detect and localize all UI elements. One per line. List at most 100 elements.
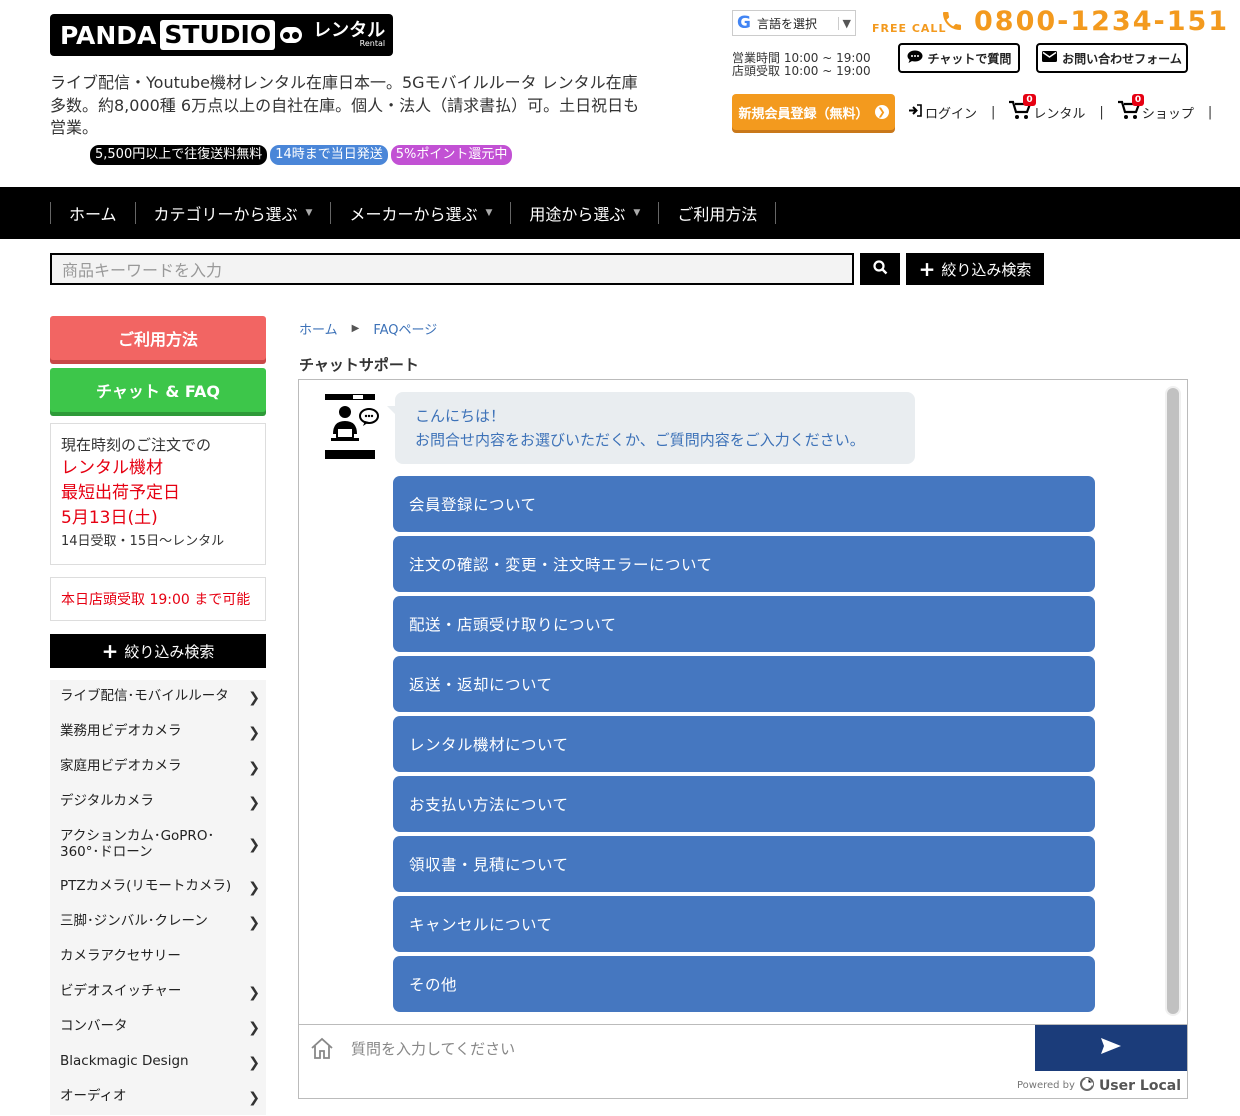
greeting-bubble: こんにちは！ お問合せ内容をお選びいただくか、ご質問内容をご入力ください。 <box>387 392 915 464</box>
category-item[interactable]: コンバータ ❯ <box>50 1010 266 1045</box>
chevron-right-icon: ❯ <box>248 914 260 931</box>
category-item[interactable]: オーディオ ❯ <box>50 1080 266 1115</box>
arrow-right-icon: ❯ <box>874 105 889 119</box>
badge-free-shipping: 5,500円以上で往復送料無料 <box>90 145 268 165</box>
chat-option-equipment[interactable]: レンタル機材について <box>393 716 1095 772</box>
powered-by-label: Powered by <box>1016 1080 1075 1091</box>
caret-down-icon: ▼ <box>485 208 493 218</box>
chevron-right-icon: ❯ <box>248 794 260 811</box>
category-label: 家庭用ビデオカメラ <box>60 758 182 774</box>
search-icon <box>872 259 888 279</box>
category-label: 業務用ビデオカメラ <box>60 723 182 739</box>
header-links: ログイン | 0 レンタル | 0 ショップ | <box>908 94 1226 125</box>
chat-option-delivery[interactable]: 配送・店頭受け取りについて <box>393 596 1095 652</box>
category-label: アクションカム･GoPRO･360°･ドローン <box>60 828 215 860</box>
chat-widget: こんにちは！ お問合せ内容をお選びいただくか、ご質問内容をご入力ください。 会員… <box>298 379 1188 1099</box>
logo-brand: PANDA <box>60 20 157 50</box>
login-label: ログイン <box>925 107 978 122</box>
category-label: Blackmagic Design <box>60 1053 189 1069</box>
nav-item-home[interactable]: ホーム <box>50 202 135 224</box>
site-logo[interactable]: PANDA STUDIO レンタル Rental <box>50 14 394 56</box>
category-item[interactable]: ビデオスイッチャー ❯ <box>50 975 266 1010</box>
envelope-icon <box>1042 51 1058 65</box>
scrollbar-thumb[interactable] <box>1167 388 1179 1014</box>
chat-question-input[interactable]: 質問を入力してください <box>345 1025 1035 1071</box>
cart-icon: 0 <box>1117 94 1145 125</box>
chat-option-return[interactable]: 返送・返却について <box>393 656 1095 712</box>
shop-cart-count: 0 <box>1131 94 1145 106</box>
chevron-right-icon: ❯ <box>248 1089 260 1106</box>
breadcrumb-faq[interactable]: FAQページ <box>373 319 437 338</box>
search-input[interactable]: 商品キーワードを入力 <box>50 253 854 285</box>
separator: | <box>991 105 996 120</box>
nav-label: カテゴリーから選ぶ <box>153 205 298 224</box>
category-item[interactable]: Blackmagic Design ❯ <box>50 1045 266 1080</box>
phone-number[interactable]: 0800-1234-151 <box>974 6 1229 37</box>
shop-cart-label: ショップ <box>1141 107 1194 122</box>
chat-option-member[interactable]: 会員登録について <box>393 476 1095 532</box>
google-icon: G <box>737 13 751 33</box>
chevron-right-icon: ❯ <box>248 724 260 741</box>
shop-cart-link[interactable]: 0 ショップ <box>1117 94 1194 125</box>
nav-item-category[interactable]: カテゴリーから選ぶ ▼ <box>134 202 331 224</box>
business-hours: 営業時間 10:00 ~ 19:00 店頭受取 10:00 ~ 19:00 <box>732 52 871 78</box>
language-label: 言語を選択 <box>756 16 817 31</box>
contact-form-button[interactable]: お問い合わせフォーム <box>1036 43 1188 73</box>
search-button[interactable] <box>860 253 900 285</box>
page-title: チャットサポート <box>299 356 419 374</box>
chat-option-payment[interactable]: お支払い方法について <box>393 776 1095 832</box>
sidebar-filter-label: 絞り込み検索 <box>124 642 215 661</box>
chat-option-order[interactable]: 注文の確認・変更・注文時エラーについて <box>393 536 1095 592</box>
site-tagline: ライブ配信・Youtube機材レンタル在庫日本一。5Gモバイルルータ レンタル在… <box>50 73 640 137</box>
register-button[interactable]: 新規会員登録（無料） ❯ <box>732 94 895 130</box>
category-item[interactable]: PTZカメラ(リモートカメラ) ❯ <box>50 870 266 905</box>
plus-icon: + <box>918 257 936 281</box>
breadcrumb-home[interactable]: ホーム <box>299 319 338 338</box>
category-item[interactable]: アクションカム･GoPRO･360°･ドローン ❯ <box>50 820 266 870</box>
chat-faq-button[interactable]: チャット & FAQ <box>50 368 266 412</box>
category-item[interactable]: 業務用ビデオカメラ ❯ <box>50 715 266 750</box>
send-button[interactable] <box>1035 1025 1187 1071</box>
cart-icon: 0 <box>1009 94 1036 125</box>
logo-rental-en: Rental <box>359 39 386 48</box>
chevron-right-icon: ❯ <box>248 689 260 706</box>
chat-question-button[interactable]: チャットで質問 <box>898 43 1020 73</box>
category-item[interactable]: 三脚･ジンバル･クレーン ❯ <box>50 905 266 940</box>
caret-down-icon: ▼ <box>305 208 313 218</box>
chat-option-cancel[interactable]: キャンセルについて <box>393 896 1095 952</box>
chat-option-receipt[interactable]: 領収書・見積について <box>393 836 1095 892</box>
category-label: PTZカメラ(リモートカメラ) <box>60 878 232 894</box>
nav-item-purpose[interactable]: 用途から選ぶ ▼ <box>510 202 658 224</box>
usage-guide-button[interactable]: ご利用方法 <box>50 316 266 360</box>
nav-label: メーカーから選ぶ <box>349 205 478 224</box>
chat-support-avatar-icon <box>323 394 381 460</box>
chevron-right-icon: ❯ <box>248 984 260 1001</box>
register-label: 新規会員登録（無料） <box>738 106 869 122</box>
category-item[interactable]: 家庭用ビデオカメラ ❯ <box>50 750 266 785</box>
sidebar-filter-button[interactable]: + 絞り込み検索 <box>50 634 266 668</box>
free-call-label: FREE CALL <box>872 22 947 35</box>
home-icon[interactable] <box>299 1025 345 1071</box>
send-icon <box>1100 1037 1122 1059</box>
rental-cart-link[interactable]: 0 レンタル <box>1009 94 1086 125</box>
chat-option-other[interactable]: その他 <box>393 956 1095 1012</box>
dropdown-arrow-icon: ▼ <box>837 16 855 30</box>
category-item[interactable]: カメラアクセサリー <box>50 940 266 975</box>
caret-down-icon: ▼ <box>633 208 641 218</box>
nav-item-usage[interactable]: ご利用方法 <box>658 202 777 224</box>
nav-item-maker[interactable]: メーカーから選ぶ ▼ <box>330 202 510 224</box>
language-selector[interactable]: G 言語を選択 ▼ <box>732 10 856 36</box>
category-label: ライブ配信･モバイルルータ <box>60 688 229 704</box>
category-item[interactable]: ライブ配信･モバイルルータ ❯ <box>50 680 266 715</box>
category-item[interactable]: デジタルカメラ ❯ <box>50 785 266 820</box>
contact-form-label: お問い合わせフォーム <box>1062 51 1182 66</box>
greeting-line1: こんにちは！ <box>415 407 506 425</box>
filter-search-button[interactable]: + 絞り込み検索 <box>906 253 1044 285</box>
chevron-right-icon: ❯ <box>248 1019 260 1036</box>
chat-scrollbar[interactable] <box>1165 386 1181 1016</box>
nav-label: 用途から選ぶ <box>529 205 626 224</box>
separator: | <box>1207 105 1213 120</box>
chat-question-label: チャットで質問 <box>927 51 1012 66</box>
login-link[interactable]: ログイン <box>908 103 977 122</box>
rental-cart-label: レンタル <box>1033 107 1086 122</box>
